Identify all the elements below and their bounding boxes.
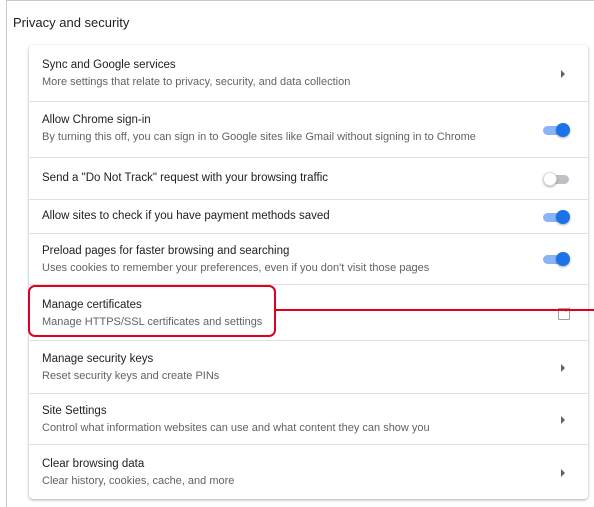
- row-title: Allow Chrome sign-in: [42, 114, 151, 126]
- row-title: Site Settings: [42, 405, 107, 417]
- row-title: Allow sites to check if you have payment…: [42, 210, 330, 222]
- row-preload-pages[interactable]: Preload pages for faster browsing and se…: [29, 233, 588, 284]
- row-chrome-signin[interactable]: Allow Chrome sign-in By turning this off…: [29, 101, 588, 157]
- do-not-track-toggle[interactable]: [543, 172, 571, 186]
- row-title: Sync and Google services: [42, 59, 176, 71]
- row-subtitle: Control what information websites can us…: [42, 422, 430, 434]
- row-subtitle: Reset security keys and create PINs: [42, 370, 220, 382]
- triangle-right-icon[interactable]: [561, 469, 565, 477]
- toggle-knob: [556, 252, 570, 266]
- row-subtitle: Clear history, cookies, cache, and more: [42, 475, 235, 487]
- row-do-not-track[interactable]: Send a "Do Not Track" request with your …: [29, 157, 588, 199]
- row-subtitle: Manage HTTPS/SSL certificates and settin…: [42, 316, 263, 328]
- row-title: Manage certificates: [42, 299, 142, 311]
- row-subtitle: Uses cookies to remember your preference…: [42, 262, 430, 274]
- row-title: Clear browsing data: [42, 458, 145, 470]
- section-title: Privacy and security: [13, 15, 130, 30]
- row-title: Send a "Do Not Track" request with your …: [42, 172, 328, 184]
- toggle-knob: [543, 172, 557, 186]
- toggle-knob: [556, 210, 570, 224]
- toggle-knob: [556, 123, 570, 137]
- triangle-right-icon[interactable]: [561, 364, 565, 372]
- open-in-new-icon[interactable]: [558, 308, 570, 320]
- preload-toggle[interactable]: [543, 252, 571, 266]
- row-title: Preload pages for faster browsing and se…: [42, 245, 290, 257]
- row-title: Manage security keys: [42, 353, 154, 365]
- triangle-right-icon[interactable]: [561, 70, 565, 78]
- row-site-settings[interactable]: Site Settings Control what information w…: [29, 393, 588, 444]
- row-subtitle: More settings that relate to privacy, se…: [42, 76, 351, 88]
- row-sync[interactable]: Sync and Google services More settings t…: [29, 45, 588, 101]
- row-clear-browsing-data[interactable]: Clear browsing data Clear history, cooki…: [29, 444, 588, 499]
- signin-toggle[interactable]: [543, 123, 571, 137]
- settings-page: Privacy and security Sync and Google ser…: [6, 0, 594, 507]
- triangle-right-icon[interactable]: [561, 416, 565, 424]
- row-manage-certificates[interactable]: Manage certificates Manage HTTPS/SSL cer…: [29, 284, 588, 340]
- payment-methods-toggle[interactable]: [543, 210, 571, 224]
- privacy-card: Sync and Google services More settings t…: [29, 45, 588, 499]
- row-security-keys[interactable]: Manage security keys Reset security keys…: [29, 340, 588, 393]
- row-payment-methods[interactable]: Allow sites to check if you have payment…: [29, 199, 588, 233]
- row-subtitle: By turning this off, you can sign in to …: [42, 131, 476, 143]
